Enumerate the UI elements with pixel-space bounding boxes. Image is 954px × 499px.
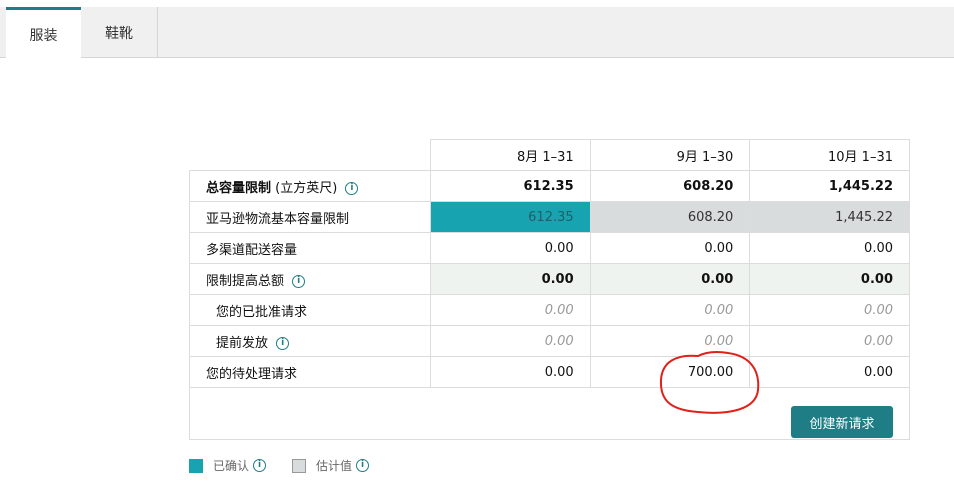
info-icon[interactable]: i: [292, 274, 306, 288]
row-label: 您的已批准请求: [189, 294, 431, 326]
tab-shoes[interactable]: 鞋靴: [81, 7, 158, 58]
cell-value: 0.00: [430, 232, 591, 264]
cell-value: 0.00: [749, 263, 910, 295]
header-empty-cell: [189, 139, 431, 171]
capacity-table: 8月 1–31 9月 1–30 10月 1–31 总容量限制 (立方英尺) i …: [189, 139, 910, 440]
legend-label: 已确认: [213, 459, 250, 473]
table-row-limit-increase: 限制提高总额 i 0.00 0.00 0.00: [189, 263, 910, 295]
cell-value: 612.35: [430, 170, 591, 202]
table-row-total-capacity: 总容量限制 (立方英尺) i 612.35 608.20 1,445.22: [189, 170, 910, 202]
info-icon[interactable]: i: [276, 336, 290, 350]
table-row-advance-release: 提前发放 i 0.00 0.00 0.00: [189, 325, 910, 357]
row-label-text: 总容量限制: [206, 180, 272, 196]
table-row-approved-requests: 您的已批准请求 0.00 0.00 0.00: [189, 294, 910, 326]
tab-apparel[interactable]: 服装: [6, 7, 81, 59]
table-row-pending-requests: 您的待处理请求 0.00 700.00 0.00: [189, 356, 910, 388]
create-request-button[interactable]: 创建新请求: [791, 406, 893, 438]
tab-bar: 服装 鞋靴: [0, 7, 954, 59]
cell-value-estimated: 1,445.22: [749, 201, 910, 233]
info-icon[interactable]: i: [345, 181, 359, 195]
annotation-stroke: [659, 351, 760, 414]
cell-value: 0.00: [749, 294, 910, 326]
info-icon[interactable]: i: [253, 459, 267, 472]
legend-estimated: 估计值 i: [292, 457, 370, 474]
legend-label: 估计值: [316, 459, 353, 473]
cell-value-estimated: 608.20: [589, 201, 751, 233]
row-label: 多渠道配送容量: [189, 232, 431, 264]
row-label-text: 限制提高总额: [206, 273, 285, 289]
cell-value: 608.20: [589, 170, 751, 202]
row-label: 总容量限制 (立方英尺) i: [189, 170, 431, 202]
cell-value: 1,445.22: [749, 170, 910, 202]
table-row-multichannel: 多渠道配送容量 0.00 0.00 0.00: [189, 232, 910, 264]
cell-value: 0.00: [589, 294, 751, 326]
red-annotation-circle: [659, 351, 760, 414]
legend-confirmed: 已确认 i: [189, 457, 267, 474]
cell-value: 0.00: [430, 325, 591, 357]
row-label-text: 提前发放: [216, 335, 269, 351]
row-label: 亚马逊物流基本容量限制: [189, 201, 431, 233]
estimated-swatch: [292, 458, 306, 473]
cell-value: 0.00: [749, 325, 910, 357]
table-row-base-capacity: 亚马逊物流基本容量限制 612.35 608.20 1,445.22: [189, 201, 910, 233]
cell-value: 0.00: [749, 356, 910, 388]
row-label: 提前发放 i: [189, 325, 431, 357]
cell-value-confirmed: 612.35: [430, 201, 591, 233]
column-header: 10月 1–31: [749, 139, 910, 171]
row-label: 您的待处理请求: [189, 356, 431, 388]
table-header-row: 8月 1–31 9月 1–30 10月 1–31: [189, 139, 910, 171]
cell-value: 0.00: [589, 263, 751, 295]
info-icon[interactable]: i: [356, 459, 370, 472]
cell-value: 0.00: [430, 263, 591, 295]
row-label: 限制提高总额 i: [189, 263, 431, 295]
column-header: 9月 1–30: [589, 139, 751, 171]
confirmed-swatch: [189, 458, 203, 473]
row-label-unit: (立方英尺): [275, 180, 338, 196]
column-header: 8月 1–31: [430, 139, 591, 171]
cell-value: 0.00: [430, 356, 591, 388]
cell-value: 0.00: [430, 294, 591, 326]
cell-value: 0.00: [589, 232, 751, 264]
cell-value: 0.00: [749, 232, 910, 264]
